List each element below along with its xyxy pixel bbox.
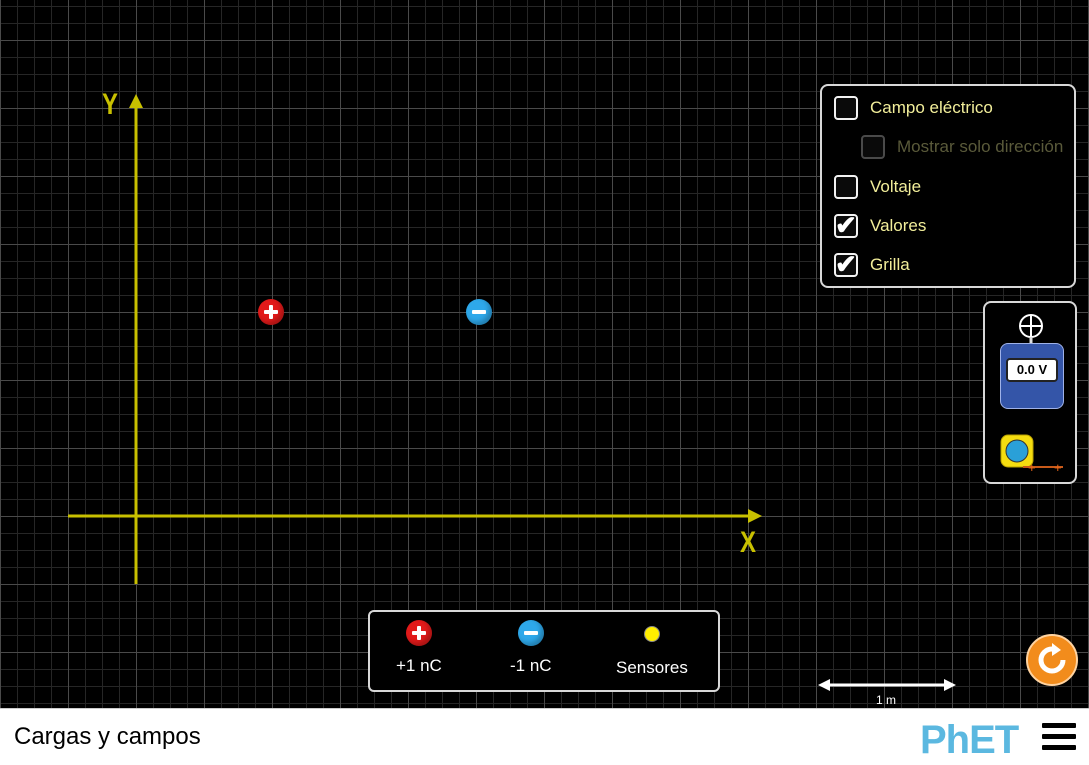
- voltage-checkbox[interactable]: [834, 175, 858, 199]
- menu-bar-icon: [1042, 723, 1076, 728]
- negative-charge-label: -1 nC: [510, 656, 552, 675]
- tools-panel: 0.0 V + +: [983, 301, 1077, 484]
- voltmeter-display: 0.0 V: [1006, 358, 1058, 382]
- phet-logo[interactable]: PhET: [920, 717, 1030, 762]
- scale-bar: 1 m: [818, 677, 958, 707]
- crosshair-icon: [1019, 314, 1043, 345]
- y-axis-arrowhead: [129, 94, 143, 108]
- minus-charge-icon: [472, 305, 486, 319]
- measuring-tape-icon[interactable]: + +: [999, 433, 1067, 475]
- values-option[interactable]: ✔ Valores: [834, 210, 927, 240]
- menu-bar-icon: [1042, 734, 1076, 739]
- double-arrow-icon: [818, 679, 956, 691]
- positive-charge-label: +1 nC: [396, 656, 442, 675]
- sim-title: Cargas y campos: [14, 723, 201, 750]
- voltmeter-tool[interactable]: 0.0 V: [1000, 311, 1064, 411]
- checkmark-icon: ✔: [835, 210, 857, 240]
- reset-all-button[interactable]: [1026, 634, 1078, 686]
- x-axis-arrowhead: [748, 509, 762, 523]
- negative-charge[interactable]: [466, 299, 492, 325]
- direction-only-checkbox[interactable]: [861, 135, 885, 159]
- values-checkbox[interactable]: ✔: [834, 210, 858, 240]
- grid-checkbox[interactable]: ✔: [834, 249, 858, 279]
- reset-icon: [1038, 643, 1066, 674]
- electric-field-checkbox[interactable]: [834, 96, 858, 120]
- positive-charge[interactable]: [258, 299, 284, 325]
- voltmeter-body: 0.0 V: [1000, 343, 1064, 409]
- positive-charge-source[interactable]: +1 nC: [396, 620, 442, 676]
- electric-field-option[interactable]: Campo eléctrico: [834, 96, 993, 120]
- sensors-label: Sensores: [616, 658, 688, 677]
- scale-label: 1 m: [875, 693, 896, 707]
- x-axis-label: X: [740, 526, 757, 559]
- minus-charge-icon: [517, 620, 544, 646]
- grid-option[interactable]: ✔ Grilla: [834, 249, 910, 279]
- sensor-icon: [643, 626, 660, 642]
- direction-only-option[interactable]: Mostrar solo dirección: [861, 135, 1063, 159]
- voltage-option[interactable]: Voltaje: [834, 175, 921, 199]
- visibility-controls-panel: Campo eléctrico Mostrar solo dirección V…: [820, 84, 1076, 288]
- y-axis-label: Y: [102, 88, 119, 121]
- menu-bar-icon: [1042, 745, 1076, 750]
- charges-and-sensors-palette: +1 nC -1 nC Sensores: [368, 610, 720, 692]
- grid-label: Grilla: [870, 255, 910, 274]
- svg-text:+: +: [1054, 460, 1062, 475]
- electric-field-label: Campo eléctrico: [870, 98, 993, 117]
- negative-charge-source[interactable]: -1 nC: [510, 620, 552, 676]
- hamburger-menu-button[interactable]: [1042, 723, 1076, 755]
- navigation-bar: Cargas y campos PhET: [0, 708, 1089, 765]
- plus-charge-icon: [264, 305, 278, 319]
- phet-logo-text: PhET: [920, 718, 1019, 762]
- simulation-play-area[interactable]: X Y Campo eléctrico Mostrar solo direcci…: [0, 0, 1089, 708]
- checkmark-icon: ✔: [835, 249, 857, 279]
- plus-charge-icon: [405, 620, 432, 646]
- sensors-source[interactable]: Sensores: [616, 620, 688, 678]
- svg-text:+: +: [1028, 460, 1036, 475]
- direction-only-label: Mostrar solo dirección: [897, 137, 1064, 156]
- voltage-label: Voltaje: [870, 177, 922, 196]
- values-label: Valores: [870, 216, 927, 235]
